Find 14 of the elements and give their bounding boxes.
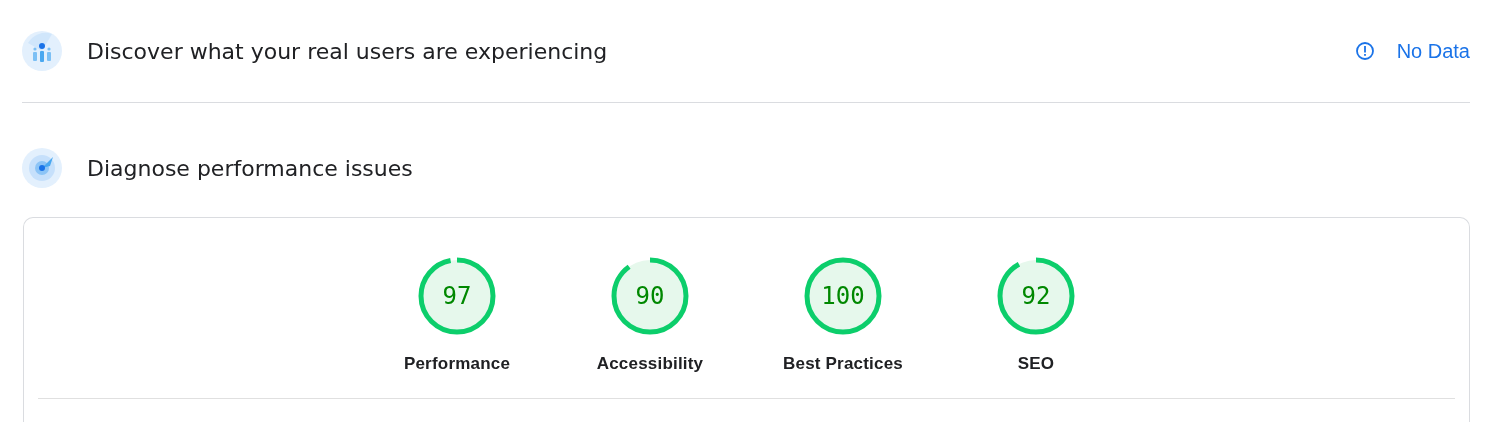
category-label: SEO [1017,354,1055,374]
section-title: Diagnose performance issues [87,155,414,181]
no-data-link[interactable]: No Data [1354,39,1470,63]
score-value: 92 [1020,281,1052,312]
score-value: 97 [441,281,473,312]
category-label: Performance [403,354,511,374]
category-label: Best Practices [783,354,903,374]
score-value: 100 [820,281,866,312]
radar-icon [22,148,62,188]
info-icon [1354,41,1375,61]
category-label: Accessibility [596,354,704,374]
users-chart-icon [22,31,62,71]
section-title: Discover what your real users are experiencing [87,38,609,64]
score-value: 90 [634,281,666,312]
